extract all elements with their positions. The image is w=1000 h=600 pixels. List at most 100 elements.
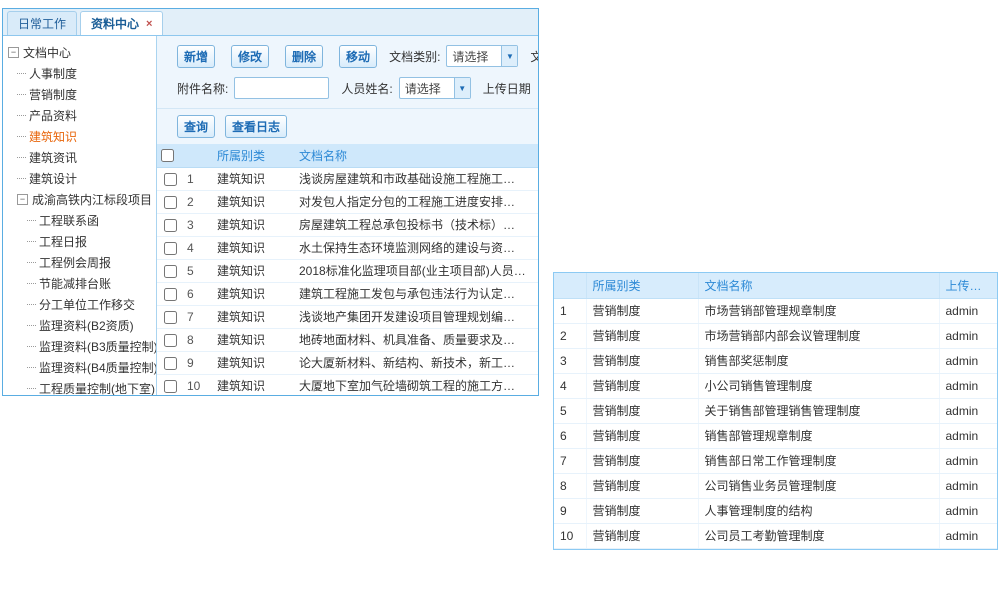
category-select[interactable]: 请选择 ▼ [446, 45, 518, 67]
row-checkbox[interactable] [164, 265, 177, 278]
column-header-doc-name[interactable]: 文档名称 [295, 144, 538, 167]
add-button[interactable]: 新增 [177, 45, 215, 68]
row-uploader: admin [939, 448, 997, 473]
table-row[interactable]: 2营销制度市场营销部内部会议管理制度admin [554, 323, 997, 348]
row-checkbox-cell [157, 236, 183, 259]
row-checkbox[interactable] [164, 219, 177, 232]
row-category: 建筑知识 [213, 213, 295, 236]
row-number: 10 [554, 523, 586, 548]
tree-node-project[interactable]: −成渝高铁内江标段项目 [6, 189, 153, 210]
row-doc-name: 对发包人指定分包的工程施工进度安排… [295, 190, 538, 213]
attachment-input[interactable] [234, 77, 329, 99]
row-uploader: admin [939, 348, 997, 373]
tree-node[interactable]: 工程日报 [6, 231, 153, 252]
row-doc-name: 建筑工程施工发包与承包违法行为认定… [295, 282, 538, 305]
row-category: 营销制度 [586, 323, 698, 348]
tree-branch-line [17, 178, 26, 179]
row-uploader: admin [939, 523, 997, 548]
row-checkbox[interactable] [164, 173, 177, 186]
tab-daily-work[interactable]: 日常工作 [7, 11, 77, 35]
tree-branch-line [27, 283, 36, 284]
tree-node[interactable]: 建筑设计 [6, 168, 153, 189]
row-checkbox[interactable] [164, 357, 177, 370]
row-checkbox[interactable] [164, 334, 177, 347]
table-row[interactable]: 6建筑知识建筑工程施工发包与承包违法行为认定… [157, 282, 538, 305]
row-category: 营销制度 [586, 398, 698, 423]
table-row[interactable]: 8建筑知识地砖地面材料、机具准备、质量要求及… [157, 328, 538, 351]
select-all-cell [157, 144, 183, 167]
table-row[interactable]: 1建筑知识浅谈房屋建筑和市政基础设施工程施工… [157, 167, 538, 190]
row-number: 2 [554, 323, 586, 348]
row-uploader: admin [939, 323, 997, 348]
table-row[interactable]: 6营销制度销售部管理规章制度admin [554, 423, 997, 448]
row-checkbox[interactable] [164, 196, 177, 209]
row-category: 建筑知识 [213, 351, 295, 374]
documents-table: 所属别类 文档名称 1建筑知识浅谈房屋建筑和市政基础设施工程施工…2建筑知识对发… [157, 144, 538, 395]
select-all-checkbox[interactable] [161, 149, 174, 162]
tree-node-label: 工程联系函 [39, 212, 99, 229]
row-checkbox[interactable] [164, 311, 177, 324]
row-checkbox-cell [157, 305, 183, 328]
tab-data-center[interactable]: 资料中心 × [80, 11, 163, 35]
row-category: 营销制度 [586, 473, 698, 498]
table-row[interactable]: 9建筑知识论大厦新材料、新结构、新技术，新工… [157, 351, 538, 374]
table-row[interactable]: 2建筑知识对发包人指定分包的工程施工进度安排… [157, 190, 538, 213]
row-checkbox-cell [157, 167, 183, 190]
move-button[interactable]: 移动 [339, 45, 377, 68]
table-row[interactable]: 8营销制度公司销售业务员管理制度admin [554, 473, 997, 498]
edit-button[interactable]: 修改 [231, 45, 269, 68]
table-row[interactable]: 7营销制度销售部日常工作管理制度admin [554, 448, 997, 473]
column-header-category[interactable]: 所属别类 [586, 273, 698, 298]
table-row[interactable]: 1营销制度市场营销部管理规章制度admin [554, 298, 997, 323]
column-header-doc-name[interactable]: 文档名称 [698, 273, 939, 298]
table-row[interactable]: 5建筑知识2018标准化监理项目部(业主项目部)人员… [157, 259, 538, 282]
table-row[interactable]: 5营销制度关于销售部管理销售管理制度admin [554, 398, 997, 423]
tree-node[interactable]: 营销制度 [6, 84, 153, 105]
row-checkbox[interactable] [164, 242, 177, 255]
row-uploader: admin [939, 423, 997, 448]
table-row[interactable]: 3营销制度销售部奖惩制度admin [554, 348, 997, 373]
person-select[interactable]: 请选择 ▼ [399, 77, 471, 99]
tree-node[interactable]: 建筑知识 [6, 126, 153, 147]
tree-node[interactable]: 监理资料(B3质量控制) [6, 336, 153, 357]
tree-node[interactable]: 产品资料 [6, 105, 153, 126]
delete-button[interactable]: 删除 [285, 45, 323, 68]
tree-node[interactable]: 工程例会周报 [6, 252, 153, 273]
filter-area: 新增 修改 删除 移动 文档类别: 请选择 ▼ 文档 附件名称: 人员姓名: [157, 36, 538, 108]
close-icon[interactable]: × [146, 13, 152, 35]
row-checkbox-cell [157, 351, 183, 374]
row-number: 6 [554, 423, 586, 448]
row-checkbox[interactable] [164, 380, 177, 393]
tree-node-document-center[interactable]: −文档中心 [6, 42, 153, 63]
collapse-icon[interactable]: − [17, 194, 28, 205]
table-row[interactable]: 10建筑知识大厦地下室加气砼墙砌筑工程的施工方… [157, 374, 538, 395]
category-label: 文档类别: [389, 48, 440, 65]
tree-node[interactable]: 监理资料(B2资质) [6, 315, 153, 336]
table-row[interactable]: 3建筑知识房屋建筑工程总承包投标书（技术标）… [157, 213, 538, 236]
table-row[interactable]: 7建筑知识浅谈地产集团开发建设项目管理规划编… [157, 305, 538, 328]
row-checkbox[interactable] [164, 288, 177, 301]
tree-node-label: 监理资料(B4质量控制) [39, 359, 157, 376]
column-header-category[interactable]: 所属别类 [213, 144, 295, 167]
tree-node-label: 建筑资讯 [29, 149, 77, 166]
table-row[interactable]: 10营销制度公司员工考勤管理制度admin [554, 523, 997, 548]
tree-node[interactable]: 分工单位工作移交 [6, 294, 153, 315]
tree-node[interactable]: 监理资料(B4质量控制) [6, 357, 153, 378]
column-header-uploader[interactable]: 上传… [939, 273, 997, 298]
tree-node[interactable]: 工程质量控制(地下室) [6, 378, 153, 395]
row-number: 8 [183, 328, 213, 351]
table-row[interactable]: 9营销制度人事管理制度的结构admin [554, 498, 997, 523]
search-button[interactable]: 查询 [177, 115, 215, 138]
tree-node[interactable]: 节能减排台账 [6, 273, 153, 294]
tree-node[interactable]: 工程联系函 [6, 210, 153, 231]
tree-node[interactable]: 建筑资讯 [6, 147, 153, 168]
column-header-index [554, 273, 586, 298]
tree-node-label: 工程日报 [39, 233, 87, 250]
table-row[interactable]: 4建筑知识水土保持生态环境监测网络的建设与资… [157, 236, 538, 259]
view-log-button[interactable]: 查看日志 [225, 115, 287, 138]
row-checkbox-cell [157, 328, 183, 351]
table-row[interactable]: 4营销制度小公司销售管理制度admin [554, 373, 997, 398]
tree-node[interactable]: 人事制度 [6, 63, 153, 84]
row-number: 7 [554, 448, 586, 473]
collapse-icon[interactable]: − [8, 47, 19, 58]
